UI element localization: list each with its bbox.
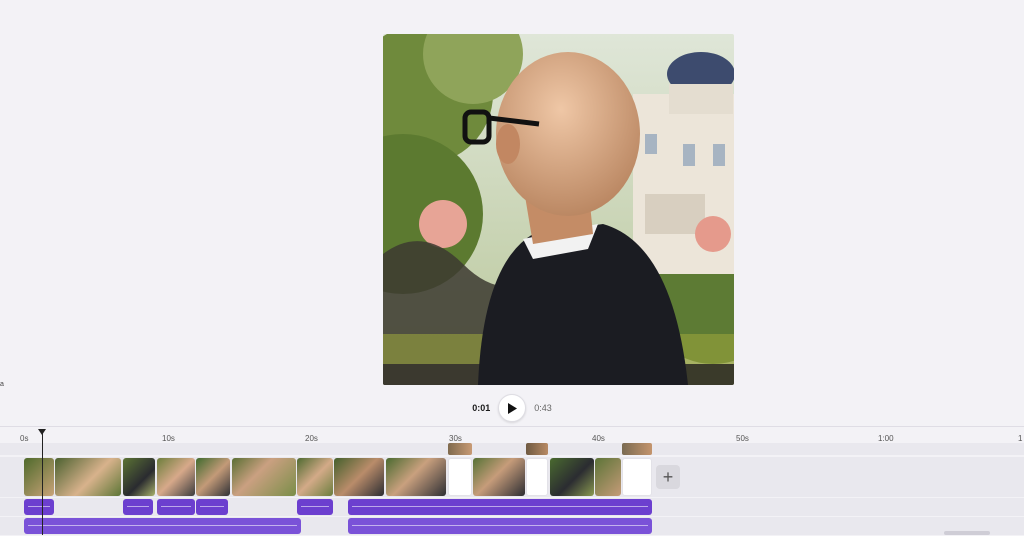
video-clip[interactable] [157, 458, 195, 496]
overlay-clip[interactable] [448, 443, 472, 455]
audio-clip[interactable] [297, 499, 333, 515]
total-time: 0:43 [534, 403, 552, 413]
ruler-label: 0s [20, 434, 29, 443]
video-clip-blank[interactable] [622, 458, 652, 496]
audio-clip[interactable] [123, 499, 153, 515]
audio-clip[interactable] [348, 499, 652, 515]
video-clip[interactable] [123, 458, 155, 496]
play-button[interactable] [498, 394, 527, 422]
edge-label: a [0, 381, 4, 388]
video-clip[interactable] [24, 458, 54, 496]
play-icon [508, 402, 518, 414]
ruler-label: 40s [592, 434, 605, 443]
video-clip[interactable] [196, 458, 230, 496]
audio-clip[interactable] [348, 518, 652, 534]
audio-clip[interactable] [157, 499, 195, 515]
current-time: 0:01 [472, 403, 491, 413]
ruler-label: 1 [1018, 434, 1023, 443]
plus-icon: + [662, 467, 674, 487]
video-clip[interactable] [473, 458, 525, 496]
audio-clip[interactable] [24, 499, 54, 515]
ruler-label: 20s [305, 434, 318, 443]
timeline-scrollbar[interactable] [944, 531, 990, 535]
playback-controls: 0:01 0:43 [0, 394, 1024, 422]
audio-clip[interactable] [24, 518, 301, 534]
video-clip[interactable] [297, 458, 333, 496]
playhead[interactable] [38, 429, 46, 535]
video-clip-blank[interactable] [448, 458, 472, 496]
playhead-marker-icon[interactable] [38, 429, 46, 435]
video-clip[interactable] [386, 458, 446, 496]
add-clip-button[interactable]: + [656, 465, 680, 489]
video-clip-blank[interactable] [526, 458, 548, 496]
ruler-label: 10s [162, 434, 175, 443]
ruler-label: 30s [449, 434, 462, 443]
video-clip[interactable] [55, 458, 121, 496]
audio-clip[interactable] [196, 499, 228, 515]
video-preview[interactable] [383, 34, 734, 385]
ruler-label: 50s [736, 434, 749, 443]
overlay-track [0, 443, 1024, 455]
preview-frame-image [383, 34, 734, 385]
overlay-clip[interactable] [526, 443, 548, 455]
video-clip[interactable] [595, 458, 621, 496]
overlay-clip[interactable] [622, 443, 652, 455]
video-clip[interactable] [550, 458, 594, 496]
video-clip[interactable] [334, 458, 384, 496]
ruler-label: 1:00 [878, 434, 894, 443]
video-clip[interactable] [232, 458, 296, 496]
